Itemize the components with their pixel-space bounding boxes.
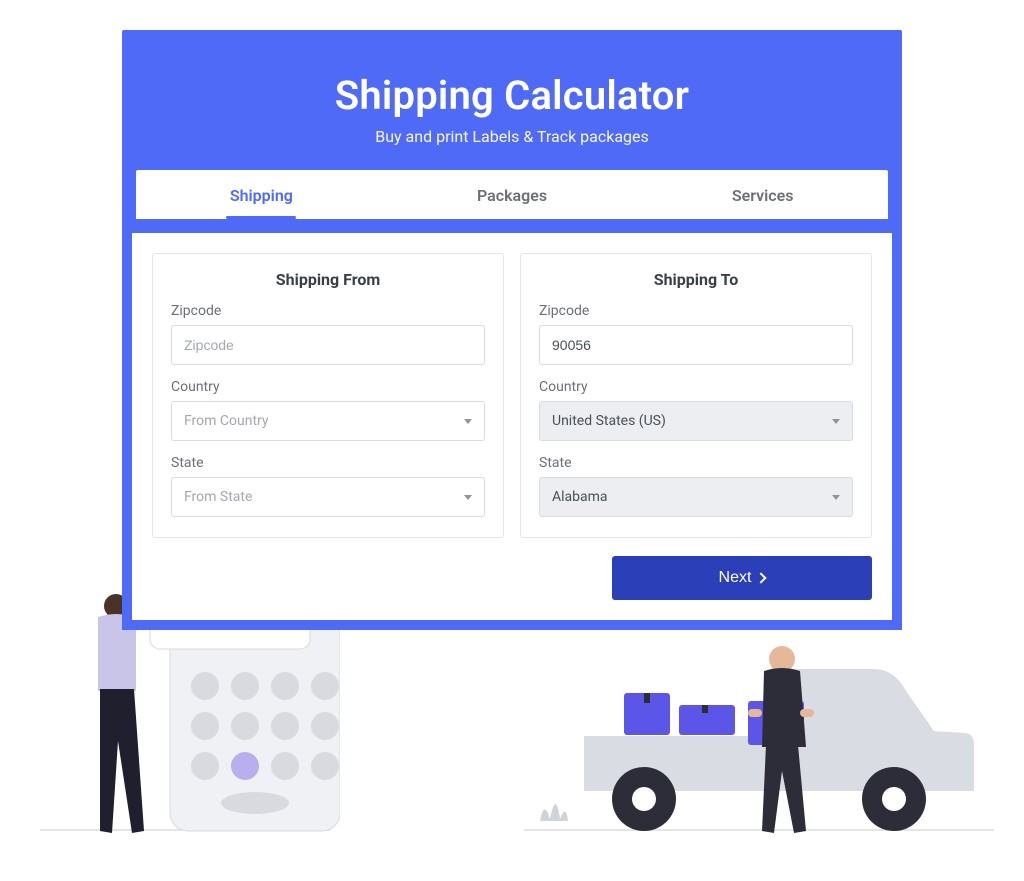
actions-row: Next [152,556,872,600]
tab-packages[interactable]: Packages [387,170,638,219]
tab-label: Services [732,186,794,205]
select-value: From State [184,489,252,505]
ground-line-right [524,829,994,831]
tab-label: Shipping [230,186,293,205]
next-button[interactable]: Next [612,556,872,600]
field-to-zipcode: Zipcode [539,303,853,365]
tab-shipping[interactable]: Shipping [136,170,387,219]
tab-services[interactable]: Services [637,170,888,219]
tab-label: Packages [477,186,547,205]
field-label: State [539,455,853,471]
select-value: Alabama [552,489,608,505]
page-title: Shipping Calculator [142,72,882,119]
panel-shipping-from: Shipping From Zipcode Country From Count… [152,253,504,538]
from-state-select[interactable]: From State [171,477,485,517]
to-country-select[interactable]: United States (US) [539,401,853,441]
ground-line-left [40,829,330,831]
shipping-calculator-card: Shipping Calculator Buy and print Labels… [122,30,902,630]
from-country-select[interactable]: From Country [171,401,485,441]
field-label: Zipcode [539,303,853,319]
select-value: United States (US) [552,413,666,429]
field-label: Zipcode [171,303,485,319]
field-label: Country [539,379,853,395]
field-to-country: Country United States (US) [539,379,853,441]
card-body: Shipping From Zipcode Country From Count… [122,219,902,630]
to-state-select[interactable]: Alabama [539,477,853,517]
page-subtitle: Buy and print Labels & Track packages [142,127,882,146]
panel-heading: Shipping To [539,270,853,289]
caret-down-icon [464,419,472,424]
from-zipcode-input[interactable] [171,325,485,365]
caret-down-icon [832,419,840,424]
panel-shipping-to: Shipping To Zipcode Country United State… [520,253,872,538]
panel-heading: Shipping From [171,270,485,289]
field-to-state: State Alabama [539,455,853,517]
select-value: From Country [184,413,269,429]
field-from-state: State From State [171,455,485,517]
truck-illustration [534,621,994,851]
field-label: State [171,455,485,471]
chevron-right-icon [756,572,767,583]
field-label: Country [171,379,485,395]
button-label: Next [719,569,752,587]
caret-down-icon [832,495,840,500]
card-header: Shipping Calculator Buy and print Labels… [122,30,902,170]
field-from-country: Country From Country [171,379,485,441]
caret-down-icon [464,495,472,500]
to-zipcode-input[interactable] [539,325,853,365]
tab-bar: Shipping Packages Services [136,170,888,219]
field-from-zipcode: Zipcode [171,303,485,365]
